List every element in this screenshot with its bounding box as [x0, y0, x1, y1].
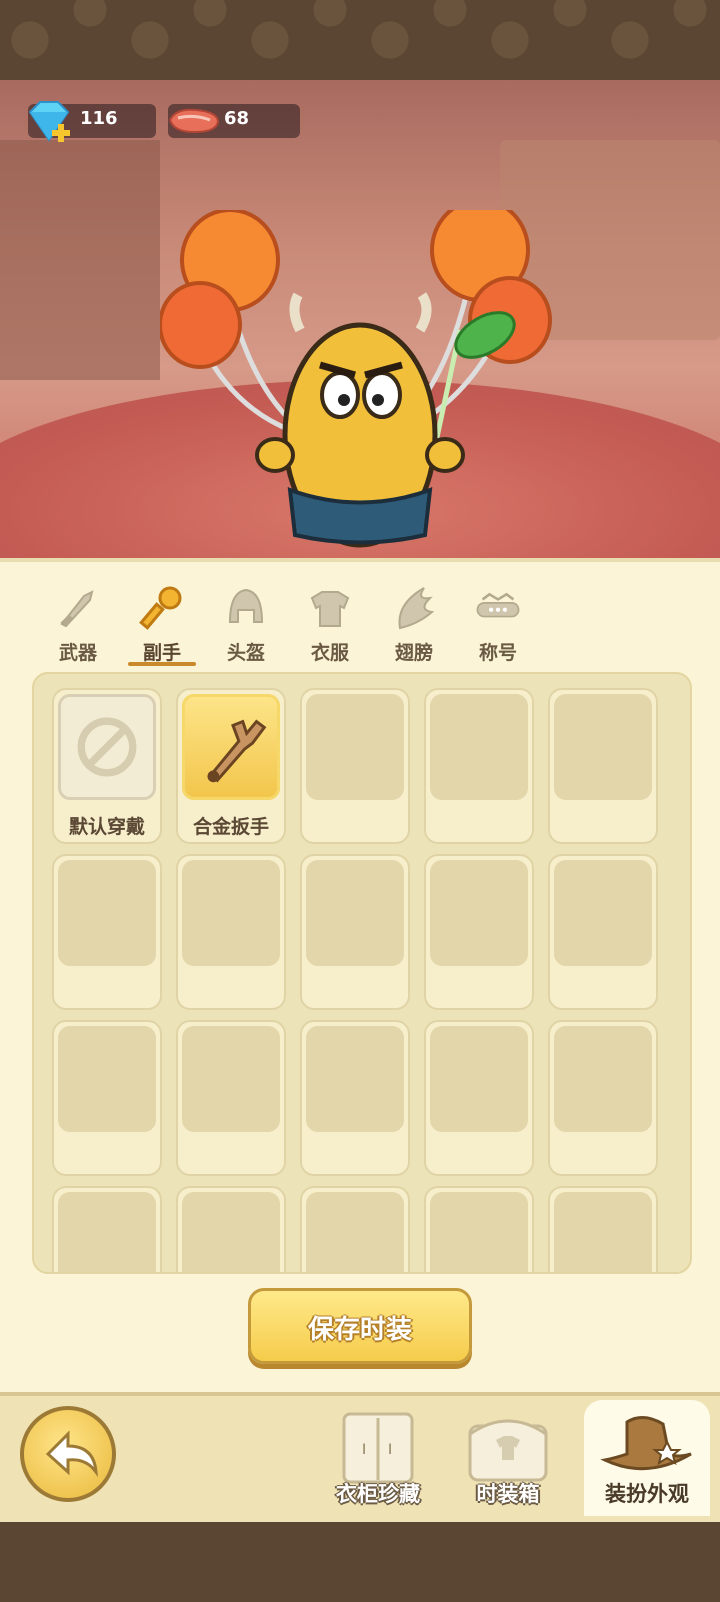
- title-crown-icon: [476, 592, 520, 618]
- wardrobe-icon: II: [342, 1412, 414, 1484]
- tab-weapon[interactable]: 武器: [40, 580, 116, 668]
- diamond-icon: [28, 101, 70, 142]
- tab-helmet[interactable]: 头盔: [208, 580, 284, 668]
- item-slot-empty[interactable]: [52, 1020, 162, 1176]
- tab-label: 武器: [58, 642, 97, 664]
- item-grid[interactable]: 默认穿戴 合金扳手: [32, 672, 692, 1274]
- top-border: [0, 0, 720, 80]
- item-slot-empty[interactable]: [424, 854, 534, 1010]
- svg-text:I: I: [362, 1442, 366, 1458]
- armor-icon: [310, 591, 350, 627]
- potato-character: [160, 210, 552, 548]
- item-slot-empty[interactable]: [424, 1186, 534, 1272]
- tab-label: 衣服: [310, 642, 349, 664]
- tab-clothes[interactable]: 衣服: [292, 580, 368, 668]
- item-slot-empty[interactable]: [548, 854, 658, 1010]
- nav-dress-up[interactable]: 装扮外观: [584, 1400, 710, 1516]
- tab-label: 称号: [478, 642, 517, 664]
- active-tab-underline: [128, 662, 196, 666]
- item-slot-empty[interactable]: [548, 1020, 658, 1176]
- helmet-icon: [228, 588, 264, 623]
- item-slot-empty[interactable]: [52, 1186, 162, 1272]
- back-button[interactable]: [20, 1406, 116, 1502]
- tab-offhand[interactable]: 副手: [124, 580, 200, 668]
- item-slot-empty[interactable]: [52, 854, 162, 1010]
- meat-counter: 68: [168, 104, 300, 138]
- item-slot-empty[interactable]: [300, 1020, 410, 1176]
- sword-icon: [60, 590, 94, 628]
- tab-label: 翅膀: [394, 642, 433, 664]
- item-slot-empty[interactable]: [424, 688, 534, 844]
- key-icon: [139, 586, 182, 630]
- hat-icon: [600, 1416, 692, 1471]
- item-slot-empty[interactable]: [548, 1186, 658, 1272]
- save-outfit-button[interactable]: 保存时装: [248, 1288, 472, 1364]
- save-outfit-label: 保存时装: [307, 1315, 412, 1345]
- nav-label: 衣柜珍藏: [336, 1482, 420, 1506]
- item-slot-wrench[interactable]: 合金扳手: [176, 688, 286, 844]
- item-slot-empty[interactable]: [176, 1186, 286, 1272]
- item-slot-empty[interactable]: [176, 1020, 286, 1176]
- wrench-icon: [207, 719, 267, 783]
- gem-counter[interactable]: 116: [28, 101, 156, 142]
- tab-wings[interactable]: 翅膀: [376, 580, 452, 668]
- nav-fashion-box[interactable]: 时装箱: [448, 1400, 568, 1516]
- item-slot-empty[interactable]: [300, 1186, 410, 1272]
- svg-text:I: I: [388, 1442, 392, 1458]
- nav-label: 时装箱: [476, 1482, 540, 1506]
- item-slot-empty[interactable]: [424, 1020, 534, 1176]
- item-label: 合金扳手: [192, 816, 269, 838]
- wing-icon: [398, 587, 435, 630]
- tab-title[interactable]: 称号: [460, 580, 536, 668]
- item-label: 默认穿戴: [68, 816, 145, 838]
- back-arrow-icon: [45, 1430, 98, 1478]
- no-entry-icon: [77, 717, 137, 777]
- meat-count: 68: [224, 108, 250, 129]
- nav-wardrobe-collection[interactable]: II 衣柜珍藏: [318, 1400, 438, 1516]
- meat-icon: [168, 108, 220, 134]
- tab-label: 头盔: [226, 642, 265, 664]
- bottom-border: [0, 1522, 720, 1602]
- item-slot-empty[interactable]: [548, 688, 658, 844]
- item-slot-empty[interactable]: [300, 688, 410, 844]
- item-slot-default[interactable]: 默认穿戴: [52, 688, 162, 844]
- tab-label: 副手: [142, 642, 181, 664]
- item-slot-empty[interactable]: [176, 854, 286, 1010]
- category-tabs: 武器 副手 头盔 衣服 翅膀 称号: [40, 580, 680, 670]
- fashion-box-icon: [468, 1419, 548, 1482]
- gem-count: 116: [80, 108, 118, 129]
- nav-label: 装扮外观: [605, 1482, 689, 1506]
- background-shelf: [0, 140, 160, 380]
- item-slot-empty[interactable]: [300, 854, 410, 1010]
